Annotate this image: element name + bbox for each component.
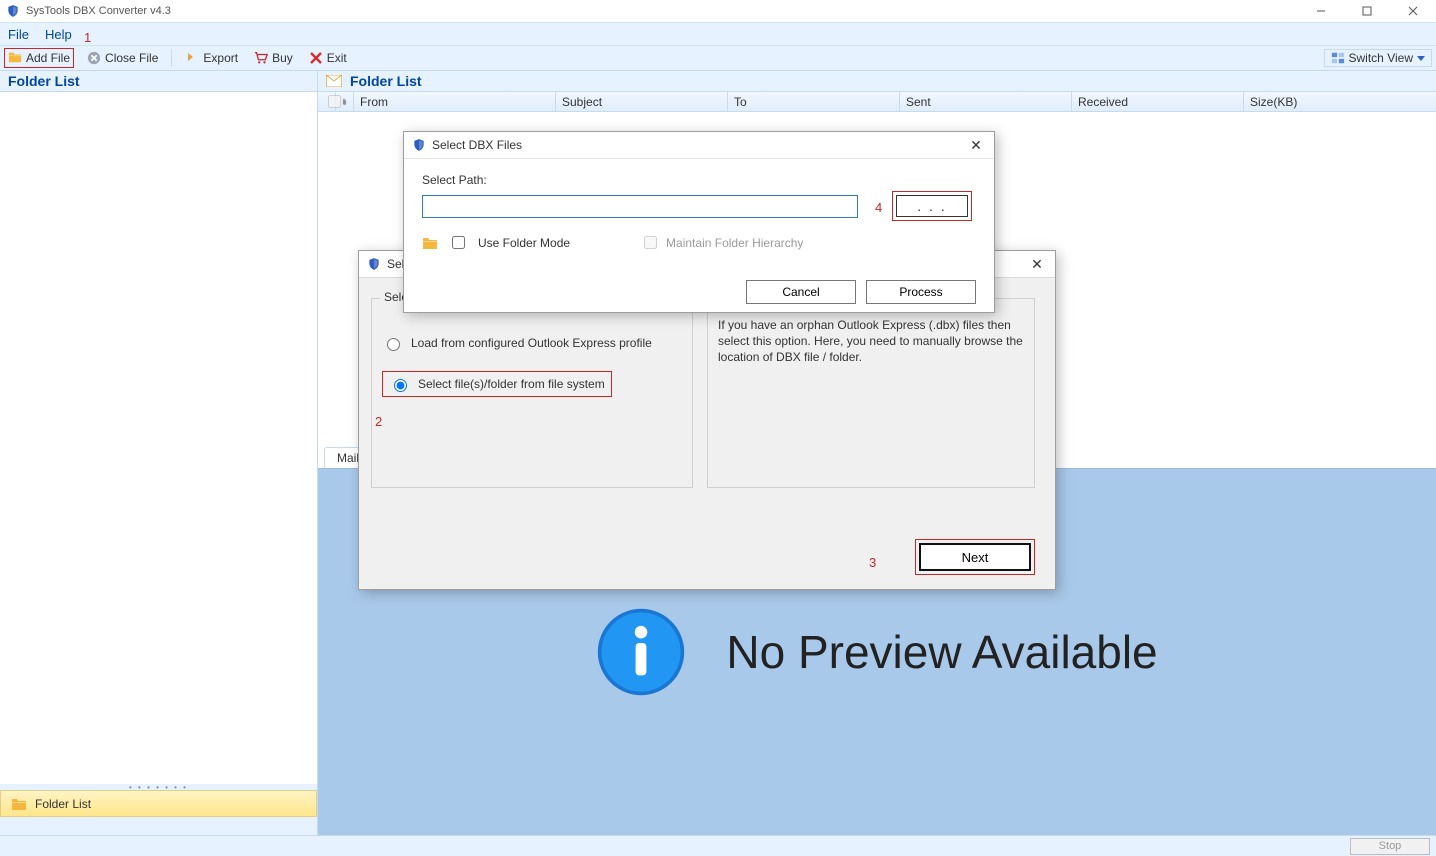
cart-icon xyxy=(254,51,268,65)
use-folder-mode-checkbox[interactable] xyxy=(452,236,465,249)
col-to[interactable]: To xyxy=(728,92,900,111)
select-path-label: Select Path: xyxy=(422,173,976,187)
col-sent[interactable]: Sent xyxy=(900,92,1072,111)
description-group: Description If you have an orphan Outloo… xyxy=(707,298,1035,488)
col-size[interactable]: Size(KB) xyxy=(1244,92,1436,111)
folder-list-nav-button[interactable]: Folder List xyxy=(0,790,317,817)
menu-help[interactable]: Help xyxy=(45,27,72,42)
cancel-button[interactable]: Cancel xyxy=(746,280,856,304)
select-dbx-dialog: Select DBX Files ✕ Select Path: . . . Us… xyxy=(403,131,995,313)
column-headers: From Subject To Sent Received Size(KB) xyxy=(318,92,1436,112)
export-label: Export xyxy=(203,51,238,65)
add-file-button[interactable]: Add File xyxy=(26,51,70,65)
radio-select-file[interactable] xyxy=(394,379,407,392)
radio-load-profile[interactable] xyxy=(387,338,400,351)
folder-tree[interactable] xyxy=(0,92,317,784)
annotation-3: 3 xyxy=(869,555,876,570)
envelope-icon xyxy=(326,75,342,87)
close-file-button[interactable]: Close File xyxy=(84,51,161,65)
no-preview-text: No Preview Available xyxy=(726,625,1157,679)
col-checkbox[interactable] xyxy=(318,92,336,111)
maintain-hierarchy-label: Maintain Folder Hierarchy xyxy=(666,236,803,250)
folder-icon xyxy=(11,797,27,811)
right-header-title: Folder List xyxy=(350,73,422,89)
status-bar: Stop xyxy=(0,835,1436,856)
buy-label: Buy xyxy=(272,51,293,65)
path-input[interactable] xyxy=(422,195,858,218)
col-attachment-icon[interactable] xyxy=(336,92,354,111)
next-button[interactable]: Next xyxy=(919,543,1031,571)
menu-bar: File Help xyxy=(0,22,1436,46)
folder-open-icon xyxy=(8,50,22,67)
switch-view-label: Switch View xyxy=(1349,51,1413,65)
radio-select-file-label: Select file(s)/folder from file system xyxy=(418,377,605,391)
exit-x-icon xyxy=(309,51,323,65)
left-bottom-pad xyxy=(0,817,317,835)
close-file-icon xyxy=(87,51,101,65)
dialog1-close-button[interactable]: ✕ xyxy=(1027,256,1047,273)
window-titlebar: SysTools DBX Converter v4.3 xyxy=(0,0,1436,22)
browse-button[interactable]: . . . xyxy=(896,195,968,217)
folder-list-nav-label: Folder List xyxy=(35,797,91,811)
switch-view-icon xyxy=(1331,51,1345,65)
window-maximize-button[interactable] xyxy=(1344,0,1390,22)
buy-button[interactable]: Buy xyxy=(251,51,296,65)
selection-option-group: Selection Option Load from configured Ou… xyxy=(371,298,693,488)
dialog2-close-button[interactable]: ✕ xyxy=(966,137,986,154)
dialog2-title-text: Select DBX Files xyxy=(432,138,522,152)
radio-load-profile-label: Load from configured Outlook Express pro… xyxy=(411,336,652,350)
dialog1-shield-icon xyxy=(367,257,381,271)
left-panel: Folder List • • • • • • • Folder List xyxy=(0,71,318,835)
toolbar: Add File Close File Export Buy Exit Swit… xyxy=(0,46,1436,71)
menu-file[interactable]: File xyxy=(8,27,29,42)
annotation-2: 2 xyxy=(375,414,382,429)
maintain-hierarchy-checkbox xyxy=(644,236,657,249)
col-subject[interactable]: Subject xyxy=(556,92,728,111)
browse-button-highlight: . . . xyxy=(892,191,972,221)
use-folder-mode-label: Use Folder Mode xyxy=(478,236,570,250)
dialog2-titlebar: Select DBX Files ✕ xyxy=(404,132,994,159)
right-header: Folder List xyxy=(318,71,1436,92)
switch-view-button[interactable]: Switch View xyxy=(1324,49,1432,67)
app-shield-icon xyxy=(6,4,20,18)
radio-select-file-highlight: Select file(s)/folder from file system xyxy=(382,371,612,397)
annotation-1: 1 xyxy=(84,30,91,45)
export-arrow-icon xyxy=(185,51,199,65)
add-file-highlight: Add File xyxy=(4,48,74,68)
next-button-highlight: Next xyxy=(915,539,1035,575)
toolbar-separator xyxy=(171,49,172,67)
stop-button[interactable]: Stop xyxy=(1350,838,1430,855)
process-button[interactable]: Process xyxy=(866,280,976,304)
window-close-button[interactable] xyxy=(1390,0,1436,22)
info-icon xyxy=(596,607,686,697)
export-button[interactable]: Export xyxy=(182,51,241,65)
col-received[interactable]: Received xyxy=(1072,92,1244,111)
close-file-label: Close File xyxy=(105,51,158,65)
dialog2-shield-icon xyxy=(412,138,426,152)
window-minimize-button[interactable] xyxy=(1298,0,1344,22)
col-from[interactable]: From xyxy=(354,92,556,111)
folder-mode-icon xyxy=(422,236,438,250)
exit-button[interactable]: Exit xyxy=(306,51,350,65)
annotation-4: 4 xyxy=(875,200,882,215)
window-title: SysTools DBX Converter v4.3 xyxy=(26,5,171,17)
folder-list-header: Folder List xyxy=(0,71,317,92)
exit-label: Exit xyxy=(327,51,347,65)
dropdown-caret-icon xyxy=(1417,56,1425,61)
